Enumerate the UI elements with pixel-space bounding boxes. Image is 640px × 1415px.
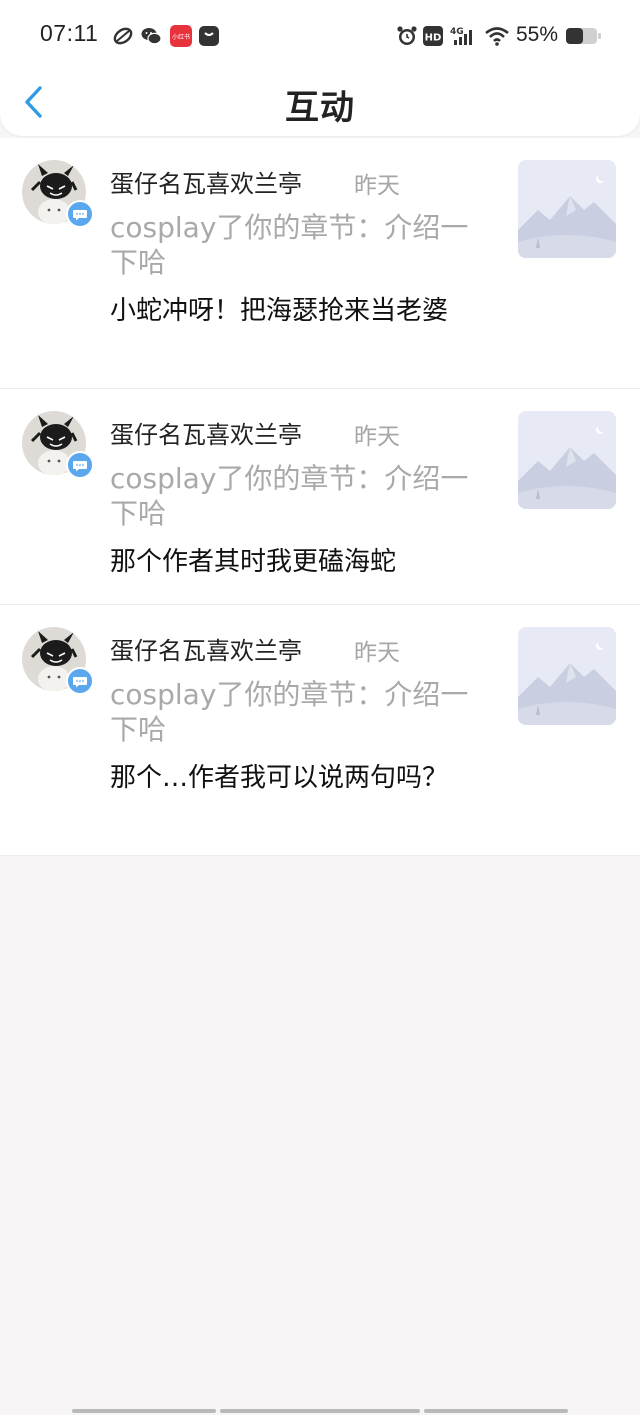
comment-badge-icon — [66, 451, 94, 479]
username[interactable]: 蛋仔名瓦喜欢兰亭 — [110, 415, 302, 450]
timestamp: 昨天 — [354, 640, 400, 666]
notification-item[interactable]: 蛋仔名瓦喜欢兰亭 昨天 cosplay了你的章节：介绍一下哈 小蛇冲呀！把海瑟抢… — [0, 138, 640, 389]
username[interactable]: 蛋仔名瓦喜欢兰亭 — [110, 631, 302, 666]
comment-badge-icon — [66, 200, 94, 228]
4g-signal-icon: 4G — [450, 27, 472, 45]
gesture-bar-segment — [424, 1409, 568, 1413]
alarm-icon — [397, 26, 417, 45]
chapter-reference: cosplay了你的章节：介绍一下哈 — [110, 678, 469, 746]
network-label: 4G — [450, 27, 464, 37]
status-time: 07:11 — [40, 20, 99, 46]
notification-item[interactable]: 蛋仔名瓦喜欢兰亭 昨天 cosplay了你的章节：介绍一下哈 那个作者其时我更磕… — [0, 389, 640, 605]
chapter-thumbnail[interactable] — [518, 160, 616, 258]
chapter-reference: cosplay了你的章节：介绍一下哈 — [110, 211, 469, 279]
timestamp: 昨天 — [354, 424, 400, 450]
chapter-thumbnail[interactable] — [518, 411, 616, 509]
wifi-icon — [485, 27, 509, 46]
hd-label: HD — [425, 33, 442, 44]
comment-text: 小蛇冲呀！把海瑟抢来当老婆 — [110, 296, 449, 326]
comment-badge-icon — [66, 667, 94, 695]
comment-text: 那个…作者我可以说两句吗？ — [110, 763, 449, 793]
sync-icon — [113, 27, 133, 45]
comment-text: 那个作者其时我更磕海蛇 — [110, 547, 397, 577]
notification-item[interactable]: 蛋仔名瓦喜欢兰亭 昨天 cosplay了你的章节：介绍一下哈 那个…作者我可以说… — [0, 605, 640, 856]
timestamp: 昨天 — [354, 173, 400, 199]
gesture-bar-segment — [220, 1409, 420, 1413]
battery-icon — [566, 28, 601, 44]
chapter-reference: cosplay了你的章节：介绍一下哈 — [110, 462, 469, 530]
app-badge-icon: 小红书 — [170, 25, 192, 47]
battery-percent: 55% — [516, 23, 559, 46]
chapter-thumbnail[interactable] — [518, 627, 616, 725]
wechat-icon — [141, 28, 162, 45]
app-badge-label: 小红书 — [172, 33, 190, 41]
status-bar: 07:11 小红书 HD 4G 55% — [0, 0, 640, 70]
image-placeholder-icon — [518, 160, 616, 258]
gesture-bar-segment — [72, 1409, 216, 1413]
image-placeholder-icon — [518, 411, 616, 509]
image-placeholder-icon — [518, 627, 616, 725]
page-title: 互动 — [285, 88, 355, 128]
hd-icon: HD — [423, 26, 443, 46]
top-bar: 07:11 小红书 HD 4G 55% 互动 — [0, 0, 640, 136]
bag-icon — [199, 26, 219, 46]
username[interactable]: 蛋仔名瓦喜欢兰亭 — [110, 164, 302, 199]
